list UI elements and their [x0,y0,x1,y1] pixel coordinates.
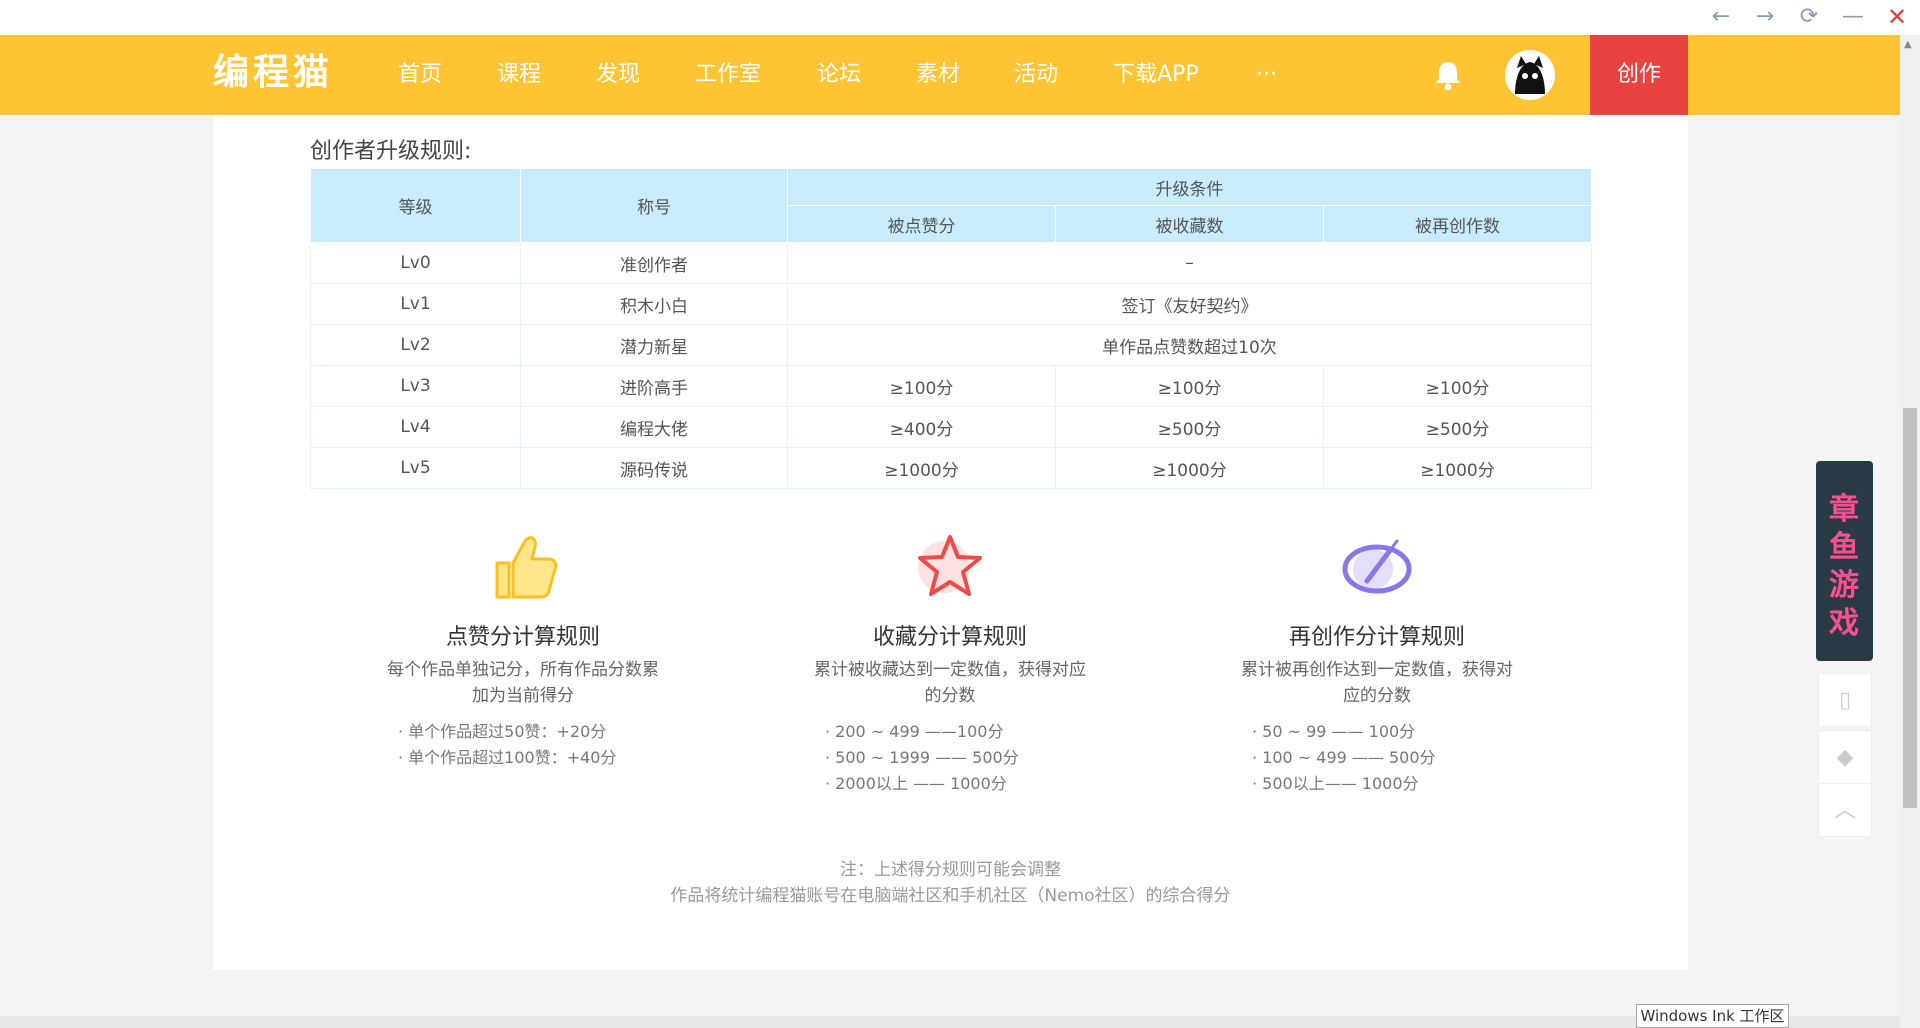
list-item: · 2000以上 —— 1000分 [825,774,1007,793]
section-title: 创作者升级规则: [310,139,472,164]
site-logo[interactable]: 编程猫 [213,51,333,95]
header-condition: 升级条件 [787,168,1592,206]
list-item: · 500以上—— 1000分 [1252,774,1419,793]
header-likes: 被点赞分 [787,205,1056,243]
cell-likes: ≥100分 [787,365,1056,407]
list-item: · 单个作品超过50赞：+20分 [398,722,607,741]
cell-level: Lv0 [310,242,521,284]
recreate-rule-card: 再创作分计算规则 累计被再创作达到一定数值，获得对应的分数 · 50 ~ 99 … [1227,527,1527,797]
header-recreations: 被再创作数 [1323,205,1592,243]
forward-arrow-icon[interactable]: → [1750,2,1780,32]
back-arrow-icon[interactable]: ← [1706,2,1736,32]
scroll-up-arrow-icon[interactable]: ▲ [1904,39,1912,50]
table-row: Lv1 积木小白 签订《友好契约》 [310,283,1592,325]
table-row: Lv2 潜力新星 单作品点赞数超过10次 [310,324,1592,366]
list-item: · 200 ~ 499 ——100分 [825,722,1004,741]
minimize-icon[interactable]: — [1838,2,1868,32]
table-row: Lv3 进阶高手 ≥100分 ≥100分 ≥100分 [310,365,1592,407]
cell-title: 潜力新星 [520,324,788,366]
upgrade-rules-table: 等级 称号 升级条件 被点赞分 被收藏数 被再创作数 Lv0 准创作者 – Lv… [310,168,1592,489]
card-rule-list: · 50 ~ 99 —— 100分 · 100 ~ 499 —— 500分 · … [1227,719,1527,797]
card-description: 每个作品单独记分，所有作品分数累加为当前得分 [387,660,659,706]
nav-item-discover[interactable]: 发现 [596,35,640,115]
table-row: Lv4 编程大佬 ≥400分 ≥500分 ≥500分 [310,406,1592,448]
table-row: Lv0 准创作者 – [310,242,1592,284]
nav-item-assets[interactable]: 素材 [916,35,960,115]
top-navbar: 编程猫 首页 课程 发现 工作室 论坛 素材 活动 下载APP ··· 创作 [0,35,1900,115]
cell-level: Lv5 [310,447,521,489]
thumbs-up-icon [495,536,558,599]
cell-condition: 签订《友好契约》 [787,283,1592,325]
cell-title: 进阶高手 [520,365,788,407]
note-adjust: 注：上述得分规则可能会调整 [840,860,1061,880]
list-item: · 50 ~ 99 —— 100分 [1252,722,1416,741]
header-level: 等级 [310,168,521,243]
refresh-icon[interactable]: ⟳ [1794,2,1824,32]
likes-rule-card: 点赞分计算规则 每个作品单独记分，所有作品分数累加为当前得分 · 单个作品超过5… [373,527,673,771]
content-panel: 创作者升级规则: 等级 称号 升级条件 被点赞分 被收藏数 被再创作数 Lv0 … [213,115,1688,970]
card-title: 再创作分计算规则 [1288,625,1465,650]
cell-recreations: ≥1000分 [1323,447,1592,489]
list-item: · 100 ~ 499 —— 500分 [1252,748,1436,767]
cell-level: Lv3 [310,365,521,407]
cell-likes: ≥400分 [787,406,1056,448]
back-to-top-icon[interactable]: ︿ [1818,783,1872,837]
cell-condition: – [787,242,1592,284]
nav-item-studio[interactable]: 工作室 [695,35,761,115]
cell-favorites: ≥1000分 [1055,447,1324,489]
recreate-icon [1342,539,1412,594]
cell-favorites: ≥500分 [1055,406,1324,448]
header-title: 称号 [520,168,788,243]
vertical-scrollbar[interactable]: ▲ [1900,35,1920,1028]
scrollbar-thumb[interactable] [1903,408,1917,808]
nav-item-forum[interactable]: 论坛 [817,35,861,115]
cell-level: Lv1 [310,283,521,325]
list-item: · 500 ~ 1999 —— 500分 [825,748,1019,767]
nav-item-download-app[interactable]: 下载APP [1113,35,1199,115]
star-icon [918,535,982,596]
cell-favorites: ≥100分 [1055,365,1324,407]
favorites-rule-card: 收藏分计算规则 累计被收藏达到一定数值，获得对应的分数 · 200 ~ 499 … [800,527,1100,797]
cell-title: 准创作者 [520,242,788,284]
cell-condition: 单作品点赞数超过10次 [787,324,1592,366]
window-titlebar: ← → ⟳ — ✕ [0,0,1920,35]
create-button[interactable]: 创作 [1590,35,1688,115]
cell-recreations: ≥100分 [1323,365,1592,407]
cell-title: 编程大佬 [520,406,788,448]
user-avatar[interactable] [1505,50,1555,100]
bell-icon[interactable] [1430,57,1466,93]
close-icon[interactable]: ✕ [1882,2,1912,32]
nav-item-home[interactable]: 首页 [398,35,442,115]
list-item: · 单个作品超过100赞：+40分 [398,748,617,767]
card-title: 点赞分计算规则 [445,625,600,650]
card-rule-list: · 单个作品超过50赞：+20分 · 单个作品超过100赞：+40分 [373,719,673,771]
table-row: Lv5 源码传说 ≥1000分 ≥1000分 ≥1000分 [310,447,1592,489]
bottom-strip [0,1016,1900,1028]
windows-ink-workspace-label[interactable]: Windows Ink 工作区 [1636,1004,1789,1028]
card-rule-list: · 200 ~ 499 ——100分 · 500 ~ 1999 —— 500分 … [800,719,1100,797]
mobile-icon[interactable]: ▯ [1818,673,1872,727]
ad-text: 章鱼游戏 [1829,492,1859,641]
nav-item-courses[interactable]: 课程 [497,35,541,115]
cell-level: Lv4 [310,406,521,448]
card-description: 累计被收藏达到一定数值，获得对应的分数 [814,660,1086,706]
card-description: 累计被再创作达到一定数值，获得对应的分数 [1241,660,1513,706]
qq-icon[interactable]: ◆ [1818,730,1872,784]
cell-level: Lv2 [310,324,521,366]
nav-more-icon[interactable]: ··· [1256,35,1277,115]
cell-likes: ≥1000分 [787,447,1056,489]
nav-item-events[interactable]: 活动 [1014,35,1058,115]
header-favorites: 被收藏数 [1055,205,1324,243]
card-title: 收藏分计算规则 [872,625,1027,650]
game-ad-banner[interactable]: 章鱼游戏 [1816,461,1873,661]
note-scope: 作品将统计编程猫账号在电脑端社区和手机社区（Nemo社区）的综合得分 [670,886,1231,906]
cell-title: 源码传说 [520,447,788,489]
cell-recreations: ≥500分 [1323,406,1592,448]
cell-title: 积木小白 [520,283,788,325]
